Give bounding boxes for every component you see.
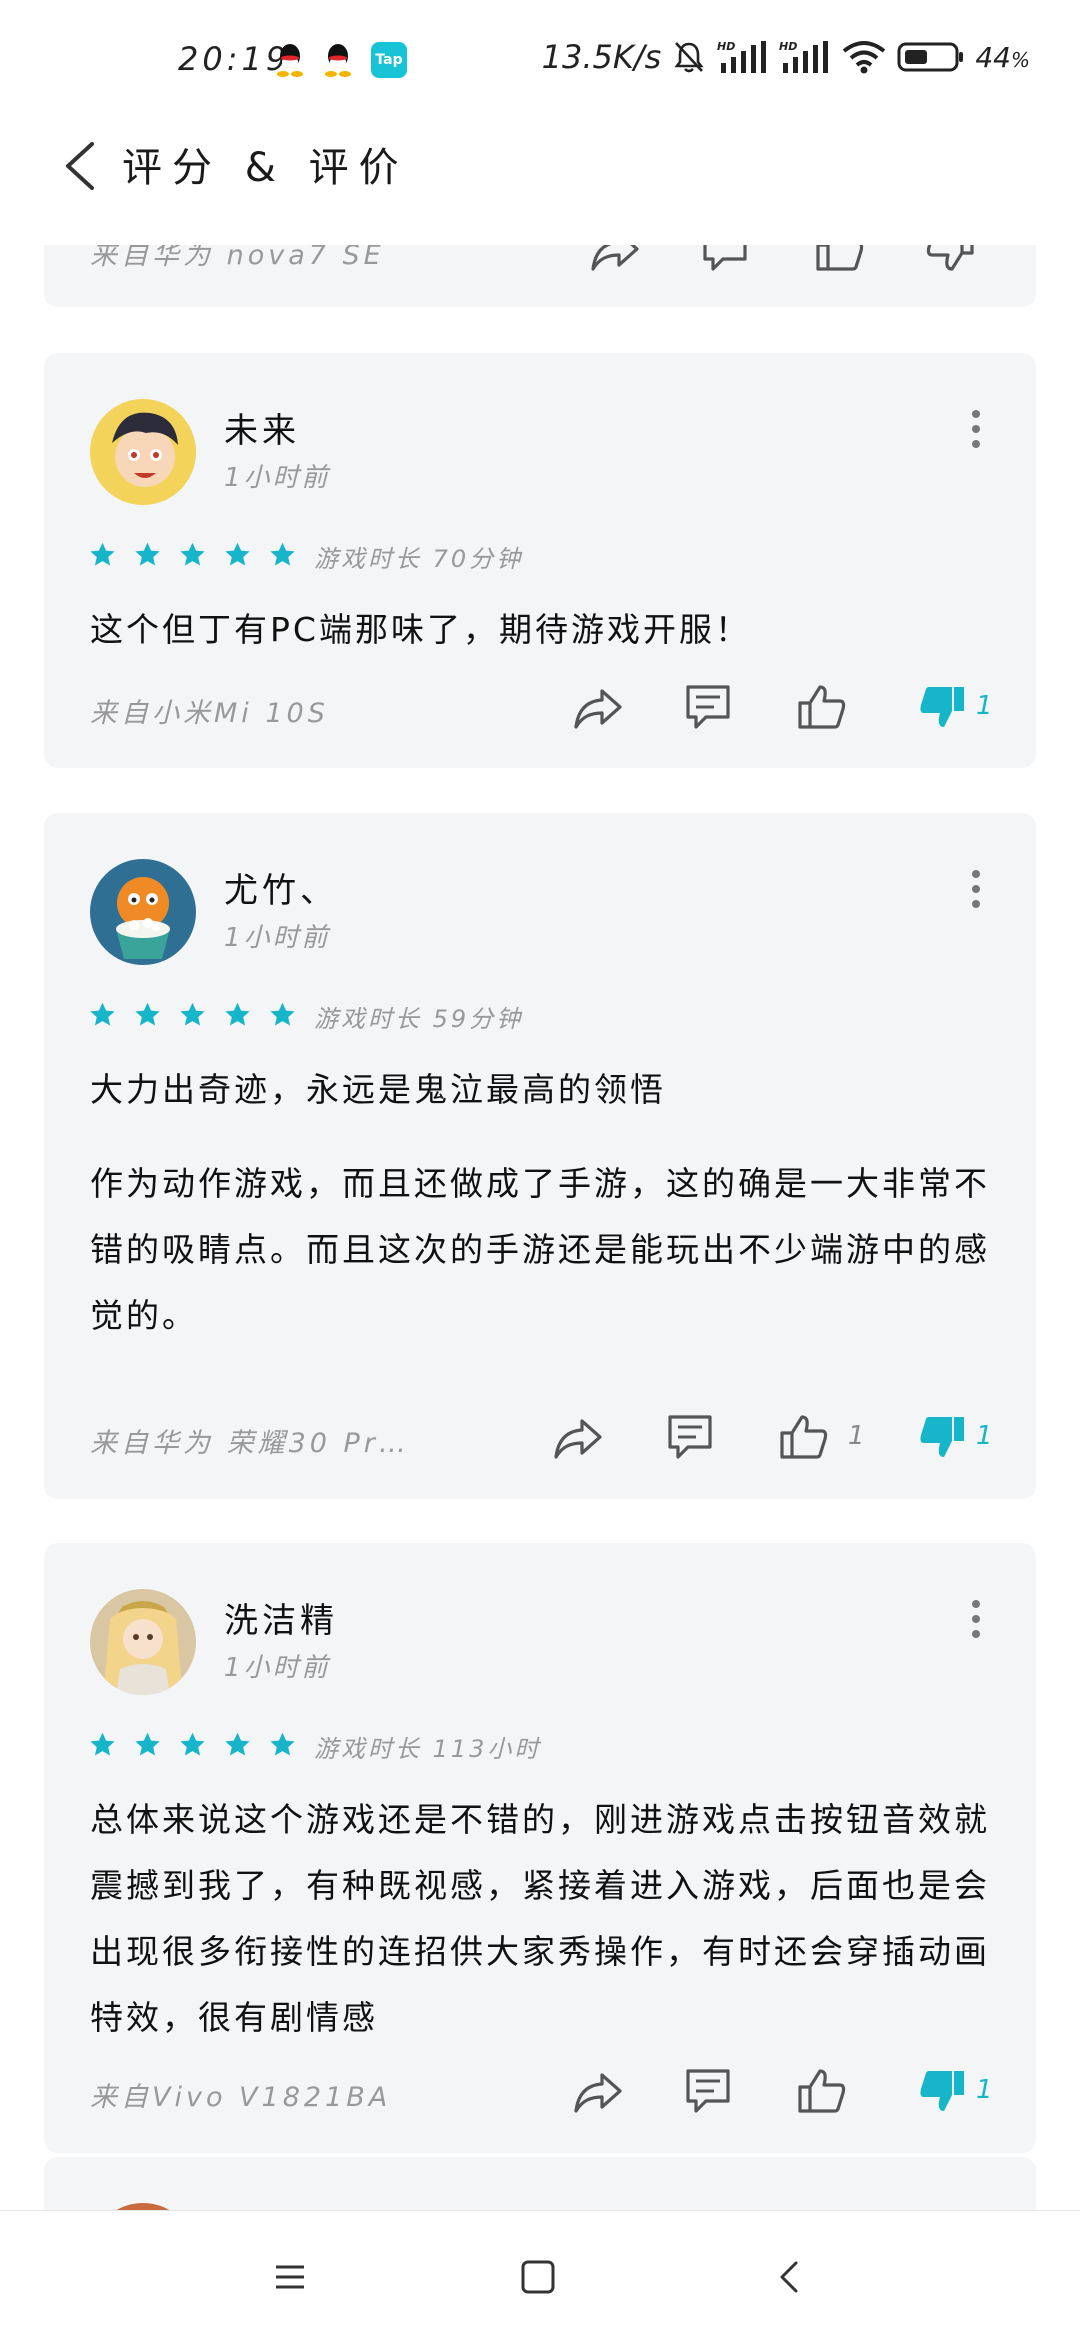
star-icon [135, 1002, 160, 1026]
signal-hd-icon: HD [779, 40, 829, 73]
back-icon[interactable] [768, 2255, 812, 2299]
network-speed: 13.5K/s [541, 38, 662, 76]
battery-percent: 44% [975, 40, 1030, 74]
share-icon[interactable] [572, 2067, 624, 2115]
wifi-icon [843, 41, 886, 74]
review-username[interactable]: 未来 [224, 403, 300, 452]
share-icon[interactable] [589, 245, 641, 273]
review-card: 未来 1小时前 游戏时长 70分钟 这个但丁有PC端那味了，期待游戏开服！ 来自… [44, 353, 1036, 768]
home-icon[interactable] [516, 2255, 560, 2299]
star-icon [180, 1732, 205, 1756]
review-device: 来自Vivo V1821BA [90, 2082, 392, 2113]
more-vertical-icon[interactable] [968, 1599, 984, 1639]
share-icon[interactable] [552, 1413, 604, 1461]
review-device: 来自小米Mi 10S [90, 698, 329, 729]
chevron-left-icon[interactable] [60, 140, 100, 192]
review-playtime: 游戏时长 59分钟 [314, 1005, 524, 1033]
reviews-list[interactable]: 来自华为 nova7 SE 未来 1小时前 游戏时长 70分钟 这个但丁有PC端… [0, 245, 1080, 2210]
status-right: 13.5K/s HD HD 44% [542, 38, 1030, 76]
review-username[interactable]: 尤竹、 [224, 863, 338, 912]
star-icon [270, 1002, 295, 1026]
review-device: 来自华为 nova7 SE [90, 245, 385, 271]
thumbs-up-icon[interactable] [814, 245, 866, 273]
qq-icon [325, 44, 351, 77]
thumbs-up-icon[interactable] [778, 1413, 830, 1461]
thumbs-up-icon[interactable] [796, 683, 848, 731]
thumbs-down-icon[interactable] [916, 683, 968, 731]
review-card-partial [44, 2157, 1036, 2210]
svg-text:HD: HD [717, 40, 735, 53]
avatar[interactable] [90, 399, 196, 505]
thumbs-down-icon[interactable] [916, 1413, 968, 1461]
comment-icon[interactable] [682, 2067, 734, 2115]
star-icon [270, 542, 295, 566]
comment-icon[interactable] [682, 683, 734, 731]
avatar[interactable] [90, 2203, 196, 2210]
review-text: 作为动作游戏，而且还做成了手游，这的确是一大非常不错的吸睛点。而且这次的手游还是… [90, 1164, 990, 1335]
review-device: 来自华为 荣耀30 Pr… [90, 1428, 410, 1459]
star-rating [88, 1731, 297, 1759]
comment-icon[interactable] [664, 1413, 716, 1461]
star-icon [225, 1732, 250, 1756]
review-time: 1小时前 [224, 1653, 331, 1683]
more-vertical-icon[interactable] [968, 869, 984, 909]
avatar[interactable] [90, 859, 196, 965]
star-icon [135, 1732, 160, 1756]
status-time: 20:19 [178, 40, 291, 78]
star-icon [90, 1732, 115, 1756]
thumbs-down-icon[interactable] [916, 2067, 968, 2115]
status-bar: 20:19 Tap 13.5K/s HD HD 44% [0, 0, 1080, 120]
like-count: 1 [848, 1421, 865, 1451]
star-icon [180, 1002, 205, 1026]
svg-text:HD: HD [779, 40, 797, 53]
dislike-count: 1 [976, 2075, 993, 2105]
battery-icon [897, 42, 964, 72]
review-time: 1小时前 [224, 463, 331, 493]
qq-icon [277, 44, 303, 77]
comment-icon[interactable] [699, 245, 751, 273]
star-icon [225, 1002, 250, 1026]
review-card-partial: 来自华为 nova7 SE [44, 245, 1036, 307]
signal-hd-icon: HD [717, 40, 767, 73]
review-playtime: 游戏时长 70分钟 [314, 545, 524, 573]
star-icon [90, 1002, 115, 1026]
avatar[interactable] [90, 1589, 196, 1695]
page-title: 评分 & 评价 [122, 145, 409, 191]
dislike-count: 1 [976, 691, 993, 721]
dislike-count: 1 [976, 1421, 993, 1451]
system-nav-bar [0, 2210, 1080, 2340]
review-text: 总体来说这个游戏还是不错的，刚进游戏点击按钮音效就震撼到我了，有种既视感，紧接着… [90, 1800, 990, 2037]
share-icon[interactable] [572, 683, 624, 731]
star-rating [88, 1001, 297, 1029]
review-playtime: 游戏时长 113小时 [314, 1735, 542, 1763]
taptap-icon: Tap [371, 42, 407, 78]
review-text: 这个但丁有PC端那味了，期待游戏开服！ [90, 610, 751, 649]
star-icon [135, 542, 160, 566]
mute-icon [674, 42, 704, 73]
thumbs-down-icon[interactable] [924, 245, 976, 273]
notification-icons: Tap [275, 42, 407, 78]
review-text: 大力出奇迹，永远是鬼泣最高的领悟 [90, 1070, 666, 1109]
review-card: 洗洁精 1小时前 游戏时长 113小时 总体来说这个游戏还是不错的，刚进游戏点击… [44, 1543, 1036, 2153]
menu-icon[interactable] [268, 2255, 312, 2299]
star-icon [90, 542, 115, 566]
star-icon [270, 1732, 295, 1756]
star-icon [180, 542, 205, 566]
review-card: 尤竹、 1小时前 游戏时长 59分钟 大力出奇迹，永远是鬼泣最高的领悟 作为动作… [44, 813, 1036, 1499]
review-time: 1小时前 [224, 923, 331, 953]
star-icon [225, 542, 250, 566]
review-username[interactable]: 洗洁精 [224, 1593, 338, 1642]
thumbs-up-icon[interactable] [796, 2067, 848, 2115]
more-vertical-icon[interactable] [968, 409, 984, 449]
star-rating [88, 541, 297, 569]
